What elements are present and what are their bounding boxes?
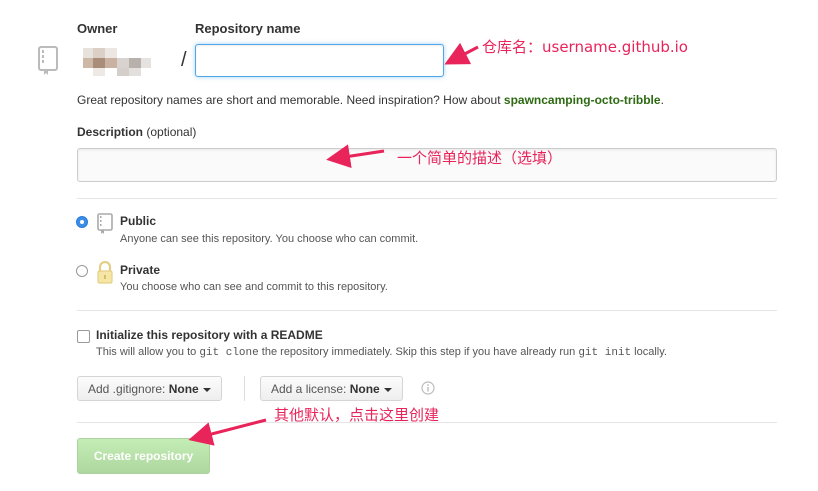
annotation-arrow-desc [326, 144, 385, 169]
annotation-arrow-create [188, 418, 267, 446]
annotation-description: 一个简单的描述（选填） [397, 149, 563, 167]
annotation-arrow-repo [444, 42, 479, 65]
annotation-create: 其他默认，点击这里创建 [274, 406, 440, 424]
annotation-repo-name: 仓库名：username.github.io [482, 38, 688, 56]
